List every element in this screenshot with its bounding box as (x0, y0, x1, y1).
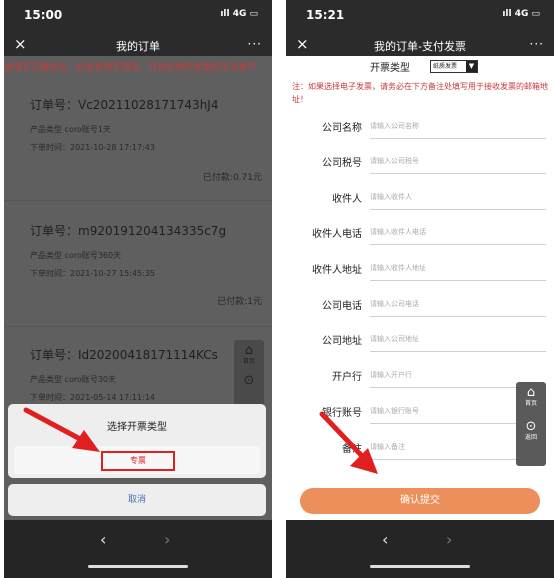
forward-arrow-icon[interactable]: › (164, 530, 170, 549)
order-number: 订单号：Vc20211028171743hJ4 (30, 98, 219, 112)
field-label: 公司名称 (322, 123, 362, 134)
tax-id-input[interactable]: 请输入公司税号 (370, 151, 546, 174)
page-title: 我的订单 (116, 40, 160, 53)
field-label: 备注 (342, 444, 362, 455)
back-arrow-icon[interactable]: ‹ (382, 530, 388, 549)
invoice-type-sheet: 选择开票类型 专票 (8, 404, 266, 478)
back-circle-icon[interactable]: ⊙ (234, 374, 264, 388)
form-row: 开户行 请输入开户行 (286, 359, 554, 393)
sheet-title: 选择开票类型 (107, 422, 167, 433)
more-icon[interactable]: ··· (530, 34, 544, 54)
form-row: 银行账号 请输入银行账号 (286, 395, 554, 429)
home-indicator (370, 565, 470, 568)
form-row: 公司名称 请输入公司名称 (286, 110, 554, 144)
order-number: 订单号：Id20200418171114KCs (30, 348, 218, 362)
back-label: 返回 (524, 434, 537, 441)
submit-button[interactable]: 确认提交 (300, 488, 540, 514)
forward-arrow-icon[interactable]: › (446, 530, 452, 549)
field-label: 公司税号 (322, 158, 362, 169)
special-invoice-option[interactable]: 专票 (101, 451, 175, 471)
page-title: 我的订单-支付发票 (374, 40, 466, 53)
field-label: 收件人 (332, 194, 362, 205)
signal-battery-indicator: ıll 4G ▭ (502, 9, 540, 19)
order-time: 下单时间：2021-10-28 17:17:43 (30, 143, 155, 152)
field-label: 公司地址 (322, 336, 362, 347)
form-row: 收件人地址 请输入收件人地址 (286, 252, 554, 286)
company-address-input[interactable]: 请输入公司地址 (370, 329, 546, 352)
form-row: 收件人 请输入收件人 (286, 181, 554, 215)
product-type: 产品类型 coro账号360天 (30, 251, 122, 260)
order-time: 下单时间：2021-05-14 17:11:14 (30, 393, 155, 402)
recipient-address-input[interactable]: 请输入收件人地址 (370, 258, 546, 281)
field-label: 公司电话 (322, 301, 362, 312)
invoice-type-select[interactable]: 纸质发票 ▼ (430, 60, 478, 73)
paid-amount: 已付款:0.71元 (202, 173, 262, 183)
invoice-type-value: 纸质发票 (433, 63, 458, 70)
form-row: 公司地址 请输入公司地址 (286, 323, 554, 357)
invoice-type-label: 开票类型 (370, 63, 410, 74)
status-bar: 15:21 ıll 4G ▭ (286, 0, 554, 34)
product-type: 产品类型 coro账号1天 (30, 125, 111, 134)
signal-battery-indicator: ıll 4G ▭ (220, 9, 258, 19)
field-label: 开户行 (332, 372, 362, 383)
form-row: 备注 请输入备注 (286, 431, 554, 465)
recipient-input[interactable]: 请输入收件人 (370, 187, 546, 210)
right-phone-screen: 15:21 ıll 4G ▭ × 我的订单-支付发票 ··· 开票类型 纸质发票… (286, 0, 554, 578)
more-icon[interactable]: ··· (248, 34, 262, 54)
browser-nav-bar: ‹ › (286, 520, 554, 578)
order-number: 订单号：m920191204134335c7g (30, 224, 227, 238)
back-circle-icon[interactable]: ⊙ (516, 420, 546, 434)
floating-nav: ⌂ 首页 ⊙ (234, 340, 264, 410)
form-row: 收件人电话 请输入收件人电话 (286, 216, 554, 250)
back-arrow-icon[interactable]: ‹ (100, 530, 106, 549)
field-label: 银行账号 (322, 408, 362, 419)
home-icon[interactable]: ⌂ (234, 344, 264, 358)
company-phone-input[interactable]: 请输入公司电话 (370, 294, 546, 317)
notice-banner: 请填写正确信息，如信息填写错误，开具失败的发票将无法重开 (4, 63, 257, 73)
status-time: 15:21 (306, 8, 345, 22)
title-bar: × 我的订单 ··· (4, 34, 272, 56)
paid-amount: 已付款:1元 (217, 297, 262, 307)
field-label: 收件人电话 (312, 229, 362, 240)
left-phone-screen: 15:00 ıll 4G ▭ × 我的订单 ··· 请填写正确信息，如信息填写错… (4, 0, 272, 578)
email-note: 注：如果选择电子发票，请务必在下方备注处填写用于接收发票的邮箱地址！ (292, 82, 548, 104)
order-time: 下单时间：2021-10-27 15:45:35 (30, 269, 155, 278)
status-bar: 15:00 ıll 4G ▭ (4, 0, 272, 34)
field-label: 收件人地址 (312, 265, 362, 276)
form-row: 公司电话 请输入公司电话 (286, 288, 554, 322)
product-type: 产品类型 coro账号30天 (30, 375, 117, 384)
browser-nav-bar: ‹ › (4, 520, 272, 578)
divider (4, 200, 272, 201)
cancel-button[interactable]: 取消 (8, 484, 266, 516)
status-time: 15:00 (24, 8, 63, 22)
home-label: 首页 (524, 400, 537, 407)
recipient-phone-input[interactable]: 请输入收件人电话 (370, 222, 546, 245)
divider (4, 326, 272, 327)
title-bar: × 我的订单-支付发票 ··· (286, 34, 554, 56)
chevron-down-icon: ▼ (466, 61, 477, 72)
company-name-input[interactable]: 请输入公司名称 (370, 116, 546, 139)
home-indicator (88, 565, 188, 568)
home-icon[interactable]: ⌂ (516, 386, 546, 400)
floating-nav: ⌂ 首页 ⊙ 返回 (516, 382, 546, 466)
form-row: 公司税号 请输入公司税号 (286, 145, 554, 179)
home-label: 首页 (242, 358, 255, 365)
invoice-type-row: 开票类型 纸质发票 ▼ (286, 56, 554, 76)
